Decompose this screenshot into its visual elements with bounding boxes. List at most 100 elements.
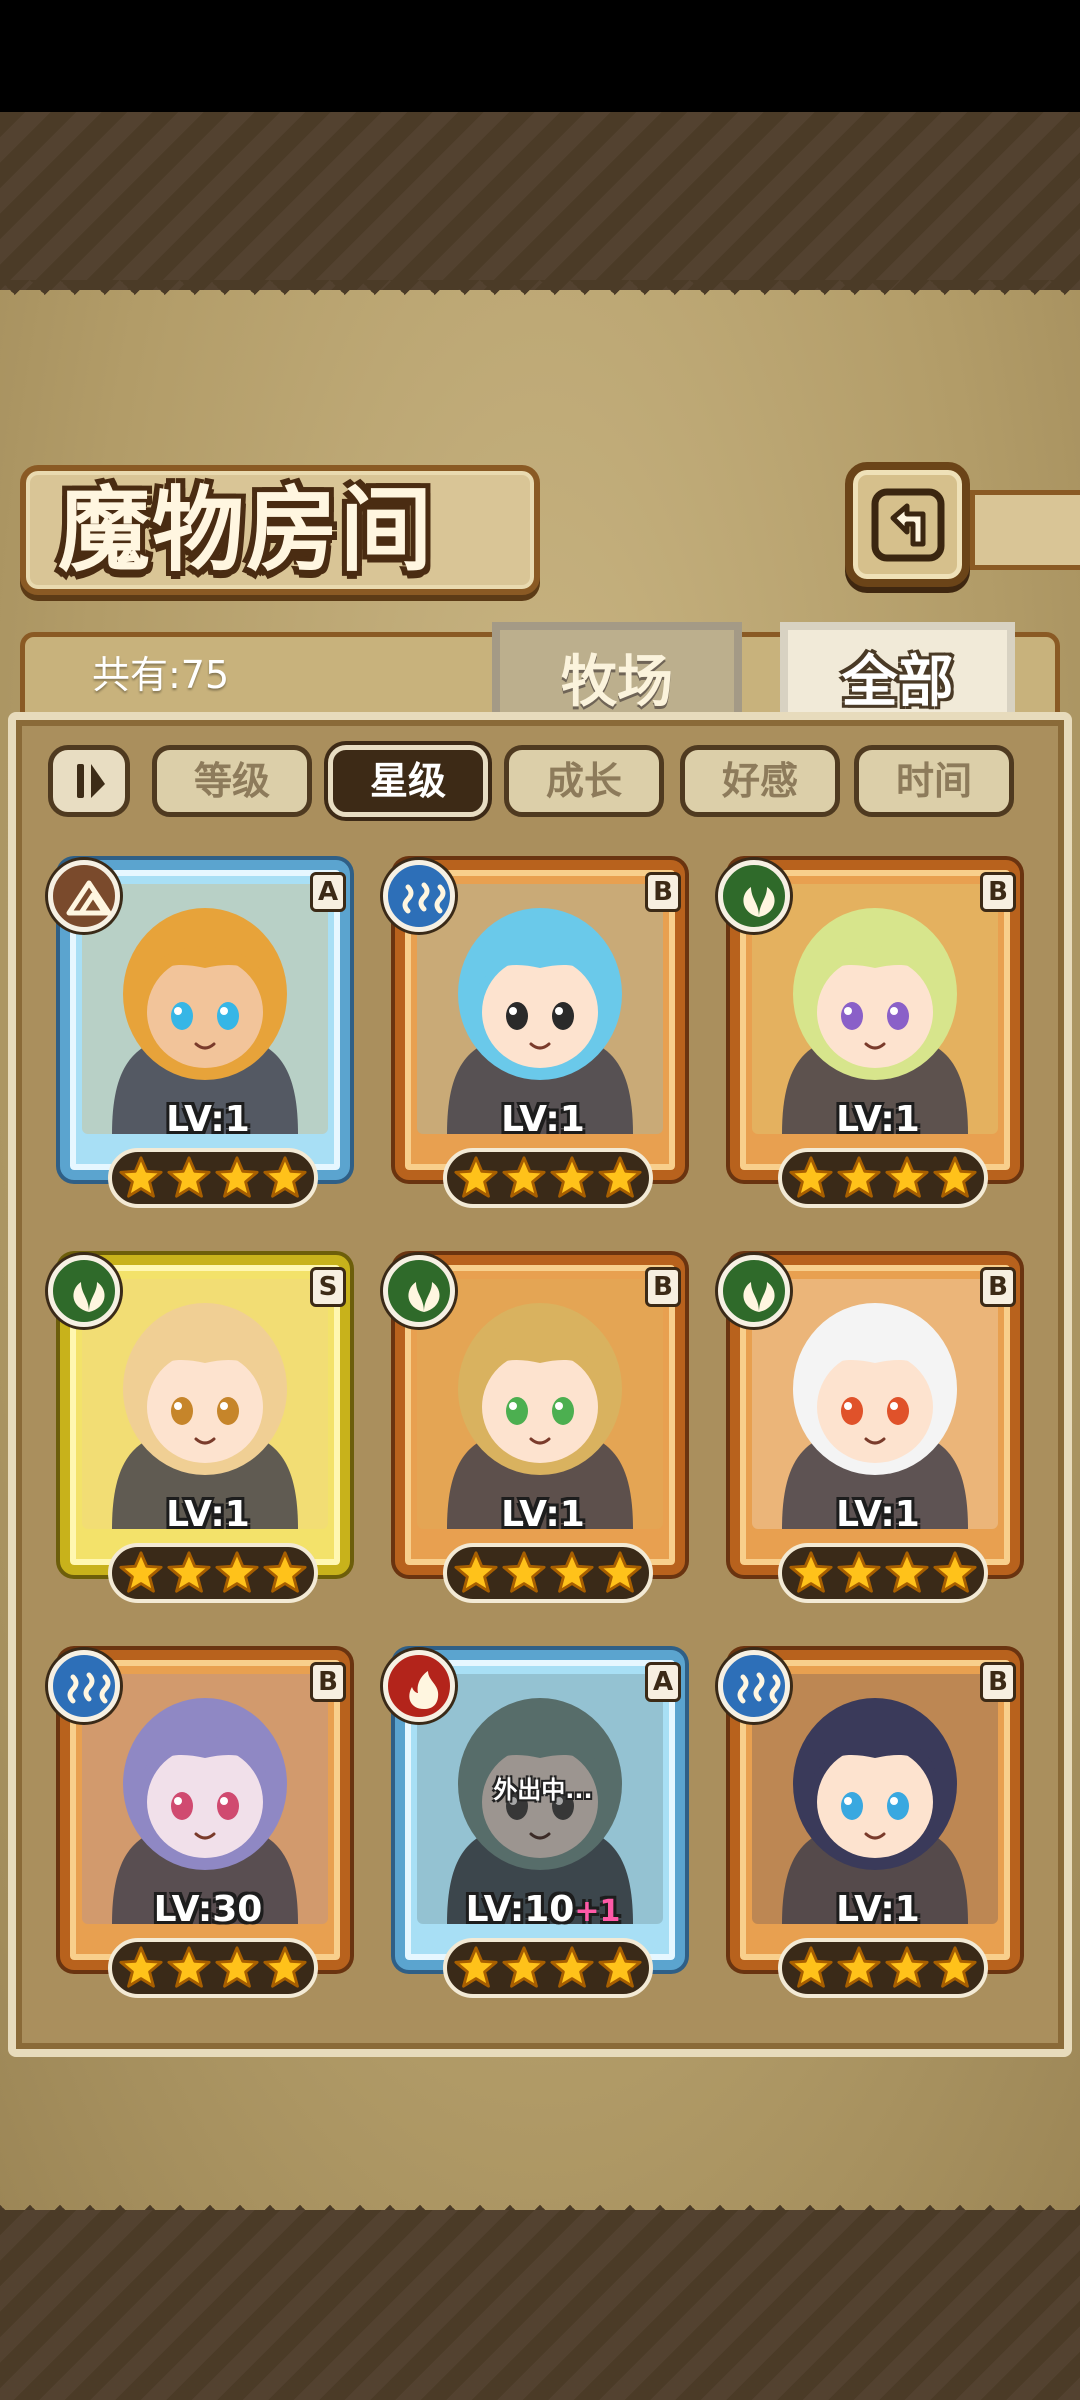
- rank-badge: B: [980, 872, 1016, 912]
- back-button-rail: [970, 490, 1080, 570]
- star-icon: [837, 1156, 881, 1198]
- star-icon: [119, 1946, 163, 1988]
- torn-edge-top: [0, 280, 1080, 310]
- monster-level: LV:1: [758, 1098, 998, 1142]
- level-text: LV:1: [836, 1889, 920, 1930]
- star-icon: [263, 1551, 307, 1593]
- monster-level: LV:1: [758, 1493, 998, 1537]
- sort-by-affection-button[interactable]: 好感: [680, 745, 840, 817]
- monster-level: LV:1: [88, 1493, 328, 1537]
- monster-card[interactable]: B LV:1: [718, 1255, 1020, 1610]
- star-icon: [789, 1551, 833, 1593]
- monster-card[interactable]: B LV:1: [383, 1255, 685, 1610]
- monster-card[interactable]: A LV:1: [48, 860, 350, 1215]
- rank-badge: A: [310, 872, 346, 912]
- star-rating: [443, 1148, 653, 1208]
- level-text: LV:10: [465, 1889, 575, 1930]
- star-icon: [598, 1551, 642, 1593]
- monster-card[interactable]: S LV:1: [48, 1255, 350, 1610]
- star-icon: [933, 1946, 977, 1988]
- level-text: LV:1: [166, 1099, 250, 1140]
- star-icon: [502, 1946, 546, 1988]
- star-icon: [550, 1551, 594, 1593]
- back-arrow-icon: [871, 488, 945, 562]
- level-bonus: +1: [574, 1894, 621, 1929]
- wood-icon: [48, 1255, 120, 1327]
- star-icon: [933, 1551, 977, 1593]
- level-text: LV:1: [501, 1099, 585, 1140]
- status-bar: [0, 0, 1080, 112]
- monster-count: 共有:75: [92, 653, 230, 697]
- rank-badge: B: [980, 1267, 1016, 1307]
- sort-by-stars-button[interactable]: 星级: [328, 745, 488, 817]
- star-rating: [108, 1938, 318, 1998]
- monster-card[interactable]: B LV:1: [718, 1650, 1020, 2005]
- monster-card[interactable]: B LV:1: [718, 860, 1020, 1215]
- monster-level: LV:1: [423, 1098, 663, 1142]
- star-icon: [454, 1156, 498, 1198]
- star-icon: [502, 1156, 546, 1198]
- star-icon: [454, 1946, 498, 1988]
- rank-badge: A: [645, 1662, 681, 1702]
- star-icon: [167, 1946, 211, 1988]
- monster-card[interactable]: B LV:1: [383, 860, 685, 1215]
- star-icon: [837, 1551, 881, 1593]
- star-icon: [885, 1551, 929, 1593]
- star-icon: [263, 1156, 307, 1198]
- earth-icon: [48, 860, 120, 932]
- star-icon: [933, 1156, 977, 1198]
- star-rating: [108, 1148, 318, 1208]
- star-icon: [598, 1156, 642, 1198]
- sort-order-icon: [77, 764, 105, 798]
- water-icon: [718, 1650, 790, 1722]
- level-text: LV:30: [153, 1889, 263, 1930]
- wood-icon: [718, 1255, 790, 1327]
- monster-level: LV:1: [88, 1098, 328, 1142]
- rank-badge: B: [645, 872, 681, 912]
- star-icon: [215, 1156, 259, 1198]
- star-icon: [502, 1551, 546, 1593]
- monster-portrait: [82, 1674, 328, 1924]
- fire-icon: [383, 1650, 455, 1722]
- star-icon: [167, 1156, 211, 1198]
- monster-level: LV:10+1: [423, 1888, 663, 1932]
- monster-portrait: [417, 884, 663, 1134]
- rank-badge: B: [645, 1267, 681, 1307]
- wood-icon: [718, 860, 790, 932]
- monster-portrait: [752, 1674, 998, 1924]
- level-text: LV:1: [166, 1494, 250, 1535]
- monster-level: LV:1: [423, 1493, 663, 1537]
- star-icon: [598, 1946, 642, 1988]
- level-text: LV:1: [836, 1494, 920, 1535]
- monster-portrait: [417, 1279, 663, 1529]
- star-icon: [167, 1551, 211, 1593]
- star-icon: [119, 1551, 163, 1593]
- monster-level: LV:1: [758, 1888, 998, 1932]
- sort-by-time-button[interactable]: 时间: [854, 745, 1014, 817]
- monster-portrait: [752, 1279, 998, 1529]
- star-rating: [108, 1543, 318, 1603]
- sort-order-toggle[interactable]: [48, 745, 130, 817]
- star-icon: [454, 1551, 498, 1593]
- back-button[interactable]: [845, 462, 970, 587]
- level-text: LV:1: [836, 1099, 920, 1140]
- star-icon: [837, 1946, 881, 1988]
- sort-by-level-button[interactable]: 等级: [152, 745, 312, 817]
- star-rating: [443, 1938, 653, 1998]
- star-rating: [778, 1938, 988, 1998]
- monster-portrait: [82, 884, 328, 1134]
- monster-card[interactable]: B LV:30: [48, 1650, 350, 2005]
- map-background-top: [0, 112, 1080, 302]
- star-icon: [789, 1946, 833, 1988]
- monster-portrait: [82, 1279, 328, 1529]
- water-icon: [48, 1650, 120, 1722]
- level-text: LV:1: [501, 1494, 585, 1535]
- sort-by-growth-button[interactable]: 成长: [504, 745, 664, 817]
- away-status: 外出中...: [493, 1776, 593, 1804]
- map-background-bottom: [0, 2210, 1080, 2400]
- monster-card[interactable]: A 外出中... LV:10+1: [383, 1650, 685, 2005]
- star-icon: [885, 1946, 929, 1988]
- star-icon: [789, 1156, 833, 1198]
- page-title: 魔物房间: [58, 476, 435, 584]
- star-rating: [778, 1148, 988, 1208]
